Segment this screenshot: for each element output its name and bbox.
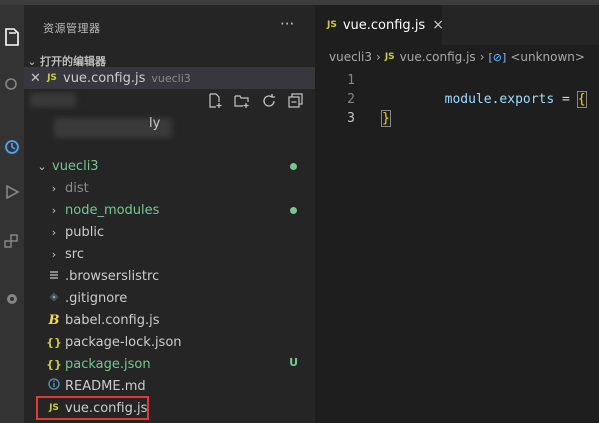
- code-line: 1 module.exports = {: [315, 71, 599, 108]
- chevron-right-icon: ›: [51, 225, 57, 239]
- info-icon: [46, 378, 62, 394]
- tree-item-src[interactable]: › src: [24, 243, 315, 265]
- tree-item-label: package-lock.json: [65, 334, 182, 350]
- tree-item-label: .gitignore: [65, 290, 128, 306]
- refresh-icon[interactable]: [260, 92, 278, 110]
- tree-item-label: .browserslistrc: [65, 268, 160, 284]
- modified-dot-icon: [290, 207, 297, 214]
- search-icon[interactable]: [0, 73, 24, 97]
- tree-item-package-json[interactable]: {} package.json U: [24, 353, 315, 375]
- tree-item-label: src: [65, 246, 84, 262]
- breadcrumb: vuecli3 › JS vue.config.js › [⊘] <unknow…: [329, 50, 585, 64]
- breadcrumb-folder[interactable]: vuecli3: [329, 50, 372, 64]
- open-editor-item[interactable]: ✕ JS vue.config.js vuecli3: [24, 67, 315, 89]
- line-text: }: [381, 109, 391, 128]
- tab-vue-config[interactable]: JS vue.config.js ×: [315, 5, 444, 45]
- explorer-header: 资源管理器 ···: [24, 5, 315, 40]
- json-file-icon: {}: [46, 357, 62, 371]
- tab-label: vue.config.js: [342, 17, 426, 33]
- new-folder-icon[interactable]: [233, 92, 251, 110]
- editor-area: JS vue.config.js × vuecli3 › JS vue.conf…: [315, 5, 599, 423]
- breadcrumb-symbol[interactable]: <unknown>: [510, 50, 585, 64]
- tree-item-node-modules[interactable]: › node_modules: [24, 199, 315, 221]
- close-icon[interactable]: ×: [432, 17, 444, 33]
- breadcrumb-file[interactable]: vue.config.js: [400, 50, 476, 64]
- untracked-badge: U: [289, 356, 298, 369]
- collapse-all-icon[interactable]: [287, 92, 305, 110]
- open-editor-description: vuecli3: [151, 71, 191, 85]
- text-cursor: [389, 111, 391, 126]
- modified-dot-icon: [290, 163, 297, 170]
- chevron-right-icon: ›: [51, 203, 57, 217]
- tree-item-label: babel.config.js: [65, 312, 160, 328]
- explorer-icon[interactable]: [0, 25, 24, 49]
- extensions-icon[interactable]: [0, 230, 24, 254]
- workspace-label-fragment: ly: [149, 116, 161, 131]
- tree-item-babel-config[interactable]: B babel.config.js: [24, 309, 315, 331]
- line-number: 1: [347, 73, 355, 88]
- timeline-icon[interactable]: [0, 135, 24, 159]
- run-debug-icon[interactable]: [0, 180, 24, 204]
- tree-item-label: README.md: [65, 378, 146, 394]
- close-icon[interactable]: ✕: [27, 71, 44, 86]
- babel-icon: B: [48, 312, 60, 328]
- line-number: 2: [347, 92, 355, 107]
- git-icon: [46, 291, 62, 306]
- js-file-icon: JS: [327, 20, 337, 30]
- chevron-down-icon: ⌄: [27, 54, 37, 68]
- tree-item-dist[interactable]: › dist: [24, 177, 315, 199]
- open-editor-label: vue.config.js: [63, 70, 146, 86]
- tree-item-readme[interactable]: README.md: [24, 375, 315, 397]
- remote-icon[interactable]: [0, 287, 24, 311]
- js-file-icon: JS: [47, 73, 57, 83]
- folder-root-vuecli3[interactable]: ⌄ vuecli3: [24, 155, 315, 177]
- chevron-right-icon: ›: [479, 50, 485, 64]
- chevron-right-icon: ›: [376, 50, 381, 64]
- json-file-icon: {}: [46, 335, 62, 349]
- code-line: 3 }: [315, 109, 599, 128]
- tree-item-gitignore[interactable]: .gitignore: [24, 287, 315, 309]
- new-file-icon[interactable]: [206, 92, 224, 110]
- tree-item-label: public: [65, 224, 105, 240]
- tree-item-label: package.json: [65, 356, 151, 372]
- explorer-toolbar: [206, 92, 305, 110]
- code-line: 2: [315, 90, 599, 109]
- tree-item-browserslistrc[interactable]: .browserslistrc: [24, 265, 315, 287]
- folder-root-label: vuecli3: [52, 158, 99, 174]
- highlight-annotation-box: [36, 396, 149, 420]
- tree-item-package-lock[interactable]: {} package-lock.json: [24, 331, 315, 353]
- tree-item-public[interactable]: › public: [24, 221, 315, 243]
- js-file-icon: JS: [384, 52, 395, 62]
- chevron-down-icon: ⌄: [37, 159, 47, 173]
- code-token: }: [381, 110, 391, 127]
- chevron-right-icon: ›: [51, 247, 57, 261]
- chevron-right-icon: ›: [51, 181, 57, 195]
- tree-item-label: node_modules: [65, 202, 160, 218]
- explorer-title: 资源管理器: [43, 22, 101, 35]
- explorer-sidebar: 资源管理器 ··· ⌄ 打开的编辑器 ✕ JS vue.config.js vu…: [24, 5, 315, 423]
- line-number: 3: [347, 111, 355, 126]
- editor-tab-bar: JS vue.config.js ×: [315, 5, 599, 45]
- settings-lines-icon: [46, 269, 62, 284]
- more-actions-button[interactable]: ···: [280, 15, 294, 33]
- redacted-area: [30, 93, 76, 107]
- activity-bar: [0, 5, 24, 423]
- tree-item-label: dist: [65, 180, 89, 196]
- symbol-icon: [⊘]: [488, 50, 507, 64]
